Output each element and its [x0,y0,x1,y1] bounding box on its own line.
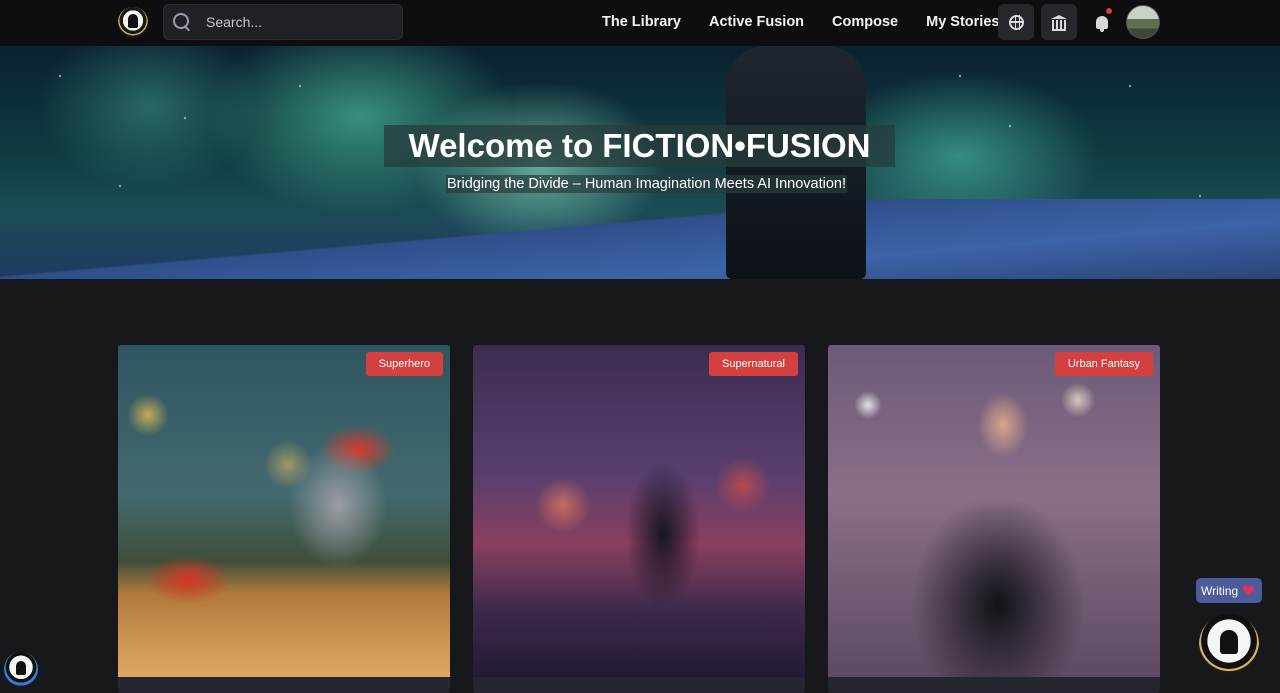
nav-active-fusion[interactable]: Active Fusion [695,14,818,30]
main-nav: The Library Active Fusion Compose My Sto… [588,0,1013,44]
hero-banner: Welcome to FICTION•FUSION Bridging the D… [0,46,1280,279]
assistant-logo-button[interactable] [1199,614,1259,674]
user-avatar[interactable] [1126,5,1160,39]
nav-compose[interactable]: Compose [818,14,912,30]
genre-badge: Urban Fantasy [1054,352,1153,376]
nav-the-library[interactable]: The Library [588,14,695,30]
genre-badge: Superhero [365,352,443,376]
writing-button[interactable]: Writing [1196,578,1262,603]
site-logo[interactable] [118,7,148,37]
hero-snow-ground [0,199,1280,279]
top-nav-bar: The Library Active Fusion Compose My Sto… [0,0,1280,46]
hero-subtitle: Bridging the Divide – Human Imagination … [446,175,847,193]
search-icon [172,12,192,32]
globe-icon [1008,14,1024,30]
story-card[interactable]: Urban Fantasy [828,345,1160,693]
story-cover-image[interactable] [473,345,805,677]
bank-button[interactable] [1041,4,1077,40]
notifications-button[interactable] [1084,4,1120,40]
story-cover-image[interactable] [118,345,450,677]
writing-label: Writing [1201,583,1239,598]
notification-dot [1106,8,1112,14]
hero-title: Welcome to FICTION•FUSION [384,125,895,167]
search-input[interactable] [206,14,396,30]
story-cover-image[interactable] [828,345,1160,677]
story-card[interactable]: Supernatural [473,345,805,693]
genre-badge: Supernatural [709,352,798,376]
story-card[interactable]: Superhero [118,345,450,693]
bank-icon [1051,15,1067,31]
globe-button[interactable] [998,4,1034,40]
bell-icon [1096,15,1108,32]
search-box[interactable] [163,4,403,40]
corner-logo-button[interactable] [4,652,38,686]
heart-icon [1243,586,1254,595]
